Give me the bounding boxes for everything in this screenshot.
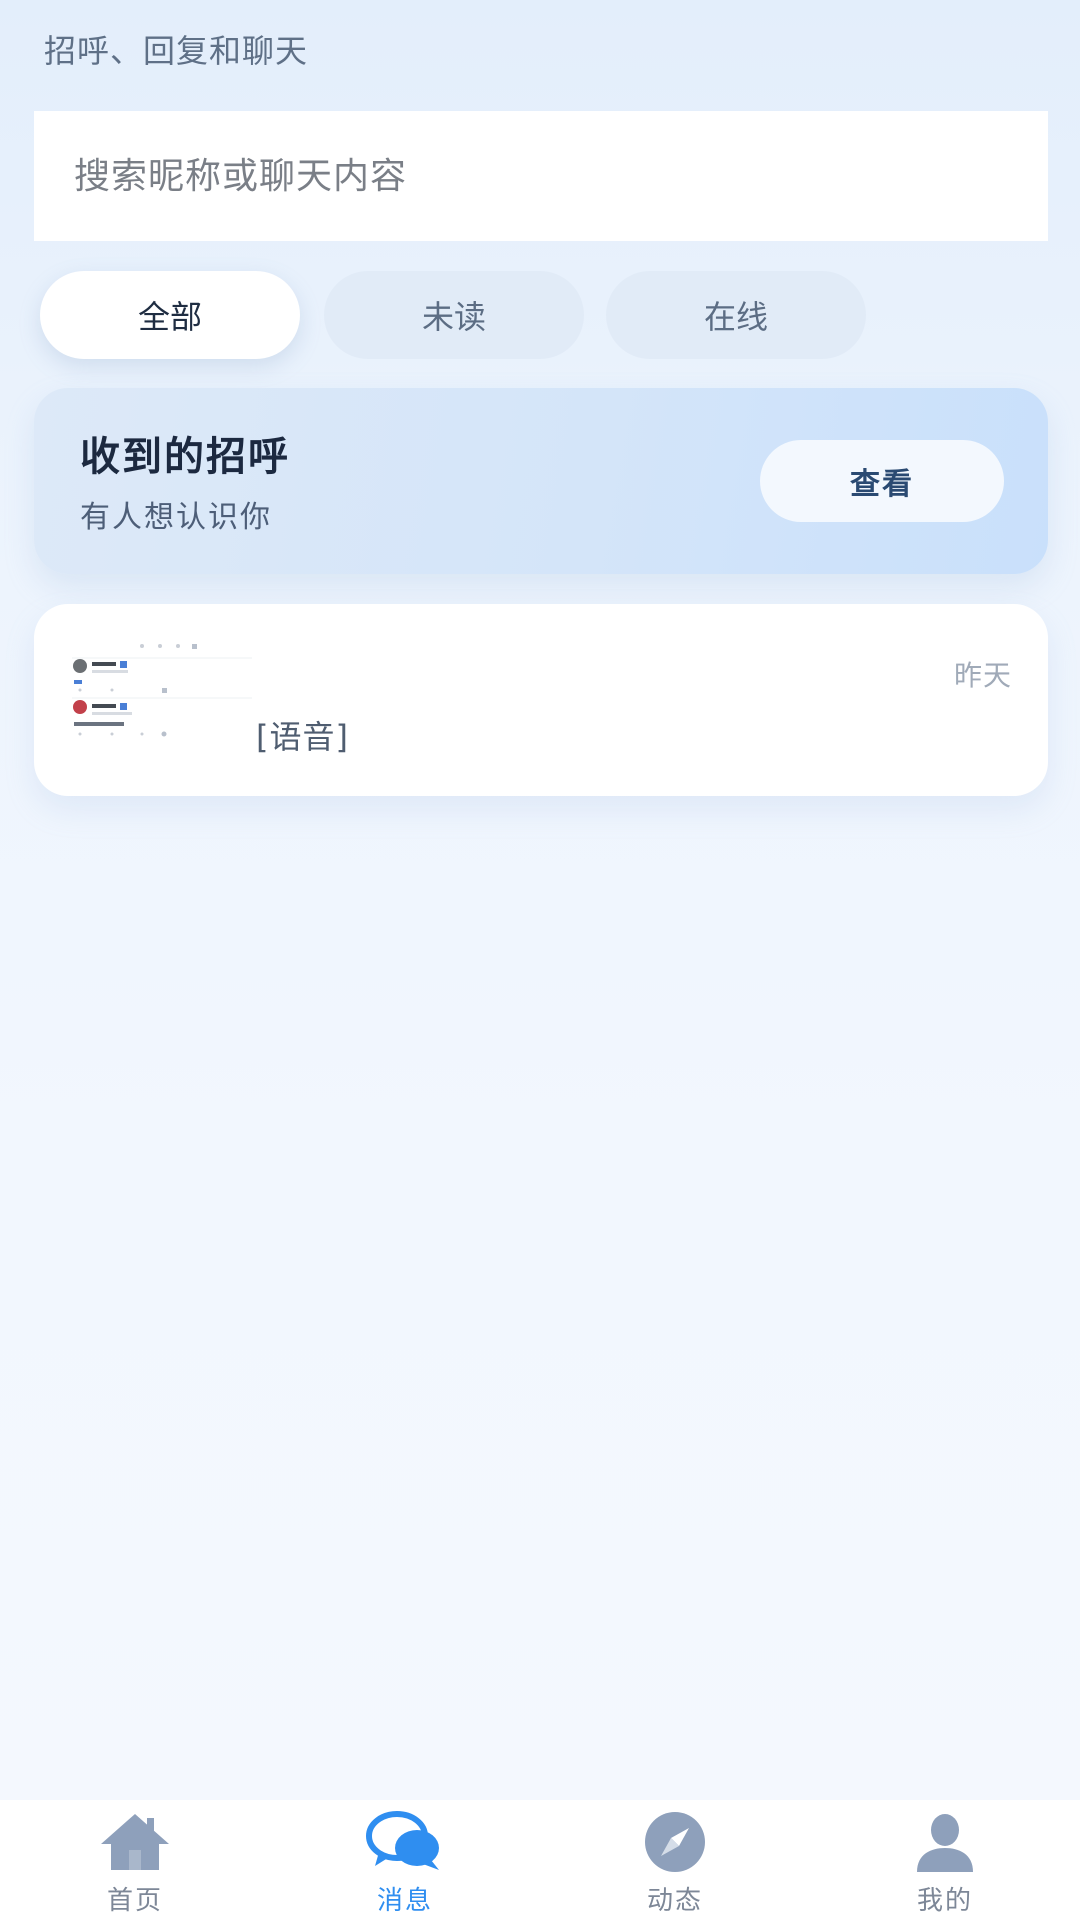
- compass-icon: [645, 1812, 705, 1872]
- home-icon: [101, 1814, 169, 1870]
- tab-unread[interactable]: 未读: [324, 271, 584, 359]
- view-greetings-button[interactable]: 查看: [760, 440, 1004, 522]
- nav-item-profile[interactable]: 我的: [810, 1800, 1080, 1920]
- user-icon: [917, 1814, 973, 1872]
- conversation-item[interactable]: [语音] 昨天: [34, 604, 1048, 796]
- thumbnail-image: [72, 634, 262, 772]
- conversation-preview: [语音]: [256, 718, 349, 756]
- greeting-title: 收到的招呼: [80, 434, 290, 480]
- page-subtitle: 招呼、回复和聊天: [44, 32, 309, 70]
- nav-label-messages: 消息: [376, 1886, 433, 1916]
- search-input[interactable]: [72, 154, 1048, 198]
- search-box[interactable]: [34, 111, 1048, 241]
- greeting-subtitle: 有人想认识你: [80, 500, 272, 535]
- greeting-card[interactable]: 收到的招呼 有人想认识你 查看: [34, 388, 1048, 574]
- nav-label-feed: 动态: [646, 1886, 703, 1916]
- tab-all[interactable]: 全部: [40, 271, 300, 359]
- tab-online[interactable]: 在线: [606, 271, 866, 359]
- conversation-time: 昨天: [953, 659, 1012, 692]
- nav-label-profile: 我的: [916, 1886, 973, 1916]
- nav-label-home: 首页: [106, 1886, 163, 1916]
- nav-item-home[interactable]: 首页: [0, 1800, 270, 1920]
- nav-item-feed[interactable]: 动态: [540, 1800, 810, 1920]
- conversation-avatar: [72, 634, 262, 772]
- nav-item-messages[interactable]: 消息: [270, 1800, 540, 1920]
- bottom-nav: 首页 消息 动态 我的: [0, 1800, 1080, 1920]
- chat-bubbles-icon: [366, 1811, 439, 1870]
